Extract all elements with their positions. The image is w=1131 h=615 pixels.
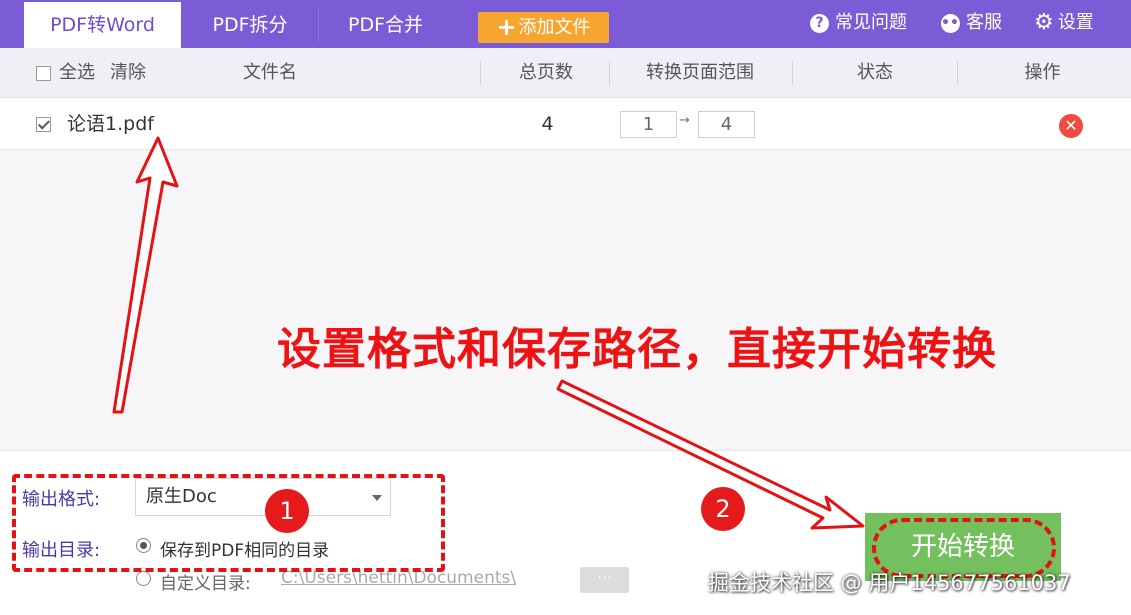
arrow-down-annotation bbox=[556, 379, 865, 530]
annotation-arrows bbox=[112, 136, 865, 530]
arrow-up-annotation bbox=[112, 136, 179, 414]
watermark: 掘金技术社区 @ 用户145677561037 bbox=[708, 571, 1071, 595]
